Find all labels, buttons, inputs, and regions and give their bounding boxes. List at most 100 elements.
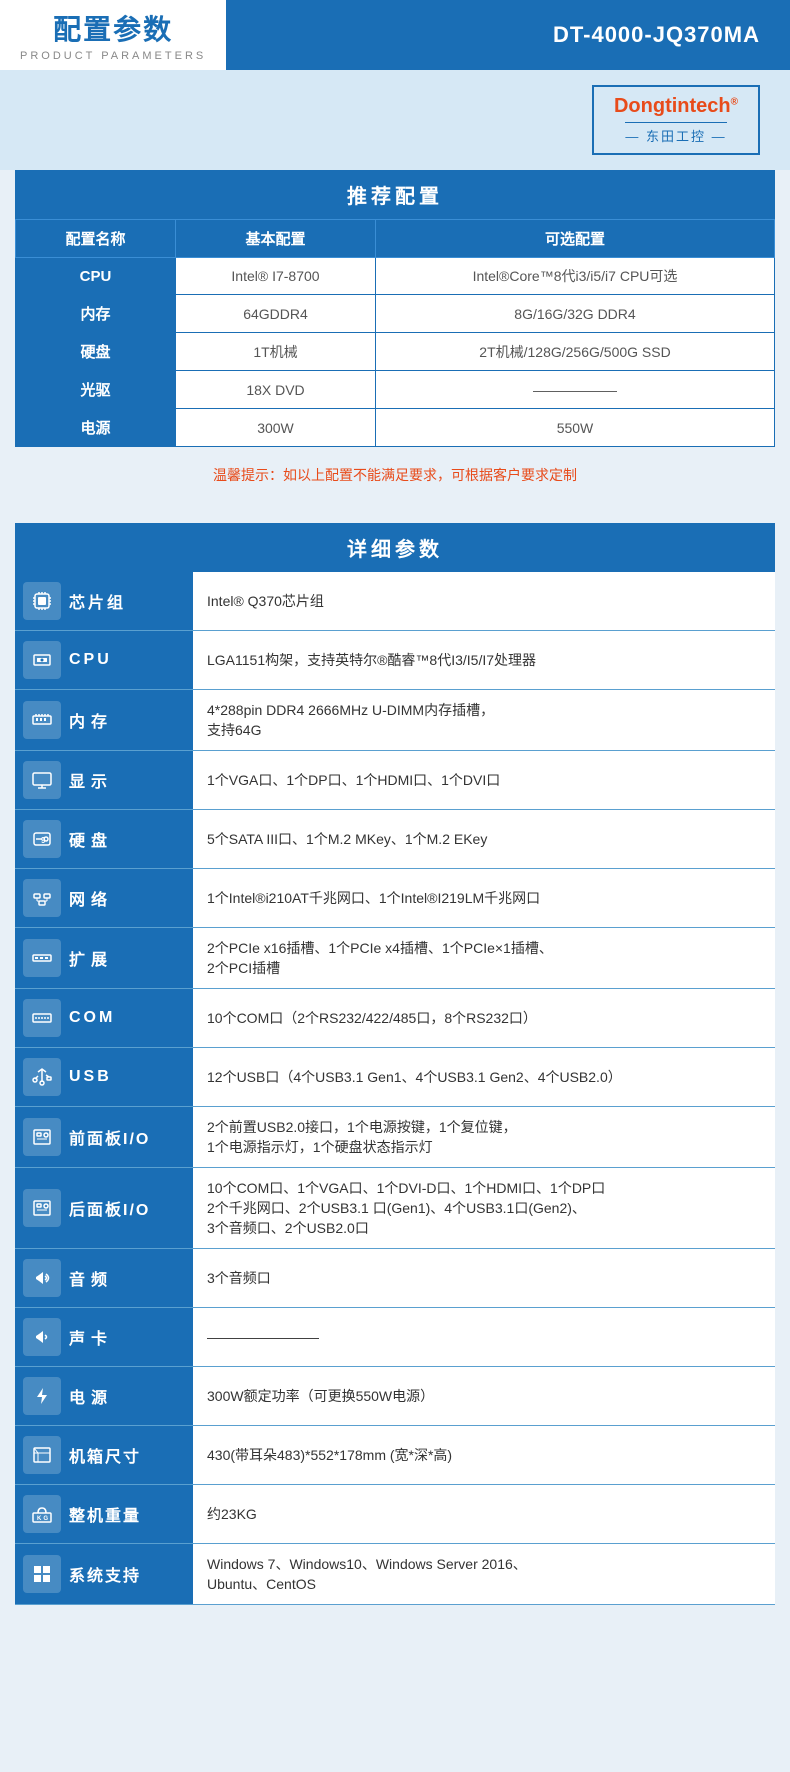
detail-label: 前面板I/O: [15, 1107, 193, 1167]
recommended-table: 配置名称 基本配置 可选配置 CPUIntel® I7-8700Intel®Co…: [15, 219, 775, 447]
logo-box: Dongtintech® — 东田工控 —: [592, 85, 760, 155]
detail-label: CPU: [15, 631, 193, 689]
detail-value: 2个前置USB2.0接口，1个电源按键，1个复位键， 1个电源指示灯，1个硬盘状…: [193, 1107, 775, 1167]
detail-label: USB: [15, 1048, 193, 1106]
detail-row: CPULGA1151构架，支持英特尔®酷睿™8代I3/I5/I7处理器: [15, 631, 775, 690]
detail-label: 声卡: [15, 1308, 193, 1366]
detail-icon: [23, 1058, 61, 1096]
table-row: CPUIntel® I7-8700Intel®Core™8代i3/i5/i7 C…: [16, 258, 775, 295]
detail-row: 音频3个音频口: [15, 1249, 775, 1308]
detail-icon: [23, 701, 61, 739]
header-title-zh: 配置参数: [53, 8, 173, 48]
header: 配置参数 PRODUCT PARAMETERS DT-4000-JQ370MA: [0, 0, 790, 70]
detail-label: 后面板I/O: [15, 1168, 193, 1248]
detail-value: 12个USB口（4个USB3.1 Gen1、4个USB3.1 Gen2、4个US…: [193, 1048, 775, 1106]
detail-value: Windows 7、Windows10、Windows Server 2016、…: [193, 1544, 775, 1604]
detail-value: 3个音频口: [193, 1249, 775, 1307]
detail-value: 5个SATA III口、1个M.2 MKey、1个M.2 EKey: [193, 810, 775, 868]
detail-icon: [23, 1555, 61, 1593]
row-name: 电源: [16, 409, 176, 447]
detail-value: 1个Intel®i210AT千兆网口、1个Intel®I219LM千兆网口: [193, 869, 775, 927]
detail-label-text: 硬盘: [69, 827, 113, 851]
detail-label-text: 整机重量: [69, 1502, 141, 1526]
detail-value: Intel® Q370芯片组: [193, 572, 775, 630]
detail-label: 电源: [15, 1367, 193, 1425]
row-basic: Intel® I7-8700: [176, 258, 376, 295]
detail-label: COM: [15, 989, 193, 1047]
detail-label-text: 显示: [69, 768, 113, 792]
detail-row: 机箱尺寸 430(带耳朵483)*552*178mm (宽*深*高): [15, 1426, 775, 1485]
detail-label: KG 整机重量: [15, 1485, 193, 1543]
col-basic: 基本配置: [176, 220, 376, 258]
detail-value: 4*288pin DDR4 2666MHz U-DIMM内存插槽， 支持64G: [193, 690, 775, 750]
detail-value: 约23KG: [193, 1485, 775, 1543]
detail-icon: [23, 641, 61, 679]
detail-row: 前面板I/O 2个前置USB2.0接口，1个电源按键，1个复位键， 1个电源指示灯…: [15, 1107, 775, 1168]
table-row: 内存64GDDR48G/16G/32G DDR4: [16, 295, 775, 333]
svg-text:9: 9: [41, 836, 47, 845]
detail-icon: [23, 1436, 61, 1474]
detail-label-text: 后面板I/O: [69, 1196, 150, 1220]
detail-icon: [23, 1189, 61, 1227]
detail-value: ————————: [193, 1308, 775, 1366]
detail-icon: KG: [23, 1495, 61, 1533]
detail-label-text: 扩展: [69, 946, 113, 970]
detail-label-text: 网络: [69, 886, 113, 910]
detail-label-text: COM: [69, 1009, 115, 1027]
detail-label: 扩展: [15, 928, 193, 988]
detail-label: 系统支持: [15, 1544, 193, 1604]
logo-brand: Dongtintech®: [614, 95, 738, 118]
detail-label-text: 机箱尺寸: [69, 1443, 141, 1467]
detail-label-text: 芯片组: [69, 589, 126, 613]
logo-area: Dongtintech® — 东田工控 —: [0, 70, 790, 170]
detail-icon: [23, 1318, 61, 1356]
detail-value: 430(带耳朵483)*552*178mm (宽*深*高): [193, 1426, 775, 1484]
detail-row: 声卡 ————————: [15, 1308, 775, 1367]
detail-icon: [23, 939, 61, 977]
table-row: 光驱18X DVD——————: [16, 371, 775, 409]
detail-value: 1个VGA口、1个DP口、1个HDMI口、1个DVI口: [193, 751, 775, 809]
detail-value: LGA1151构架，支持英特尔®酷睿™8代I3/I5/I7处理器: [193, 631, 775, 689]
row-basic: 1T机械: [176, 333, 376, 371]
detail-icon: [23, 999, 61, 1037]
row-basic: 18X DVD: [176, 371, 376, 409]
detail-icon: 9: [23, 820, 61, 858]
row-name: 光驱: [16, 371, 176, 409]
detail-row: KG 整机重量 约23KG: [15, 1485, 775, 1544]
detail-label-text: 系统支持: [69, 1562, 141, 1586]
header-model: DT-4000-JQ370MA: [226, 0, 790, 70]
detail-section: 详细参数 芯片组Intel® Q370芯片组CPULGA1151构架，支持英特尔…: [15, 523, 775, 1605]
warning-text: 温馨提示：如以上配置不能满足要求，可根据客户要求定制: [15, 447, 775, 503]
row-basic: 300W: [176, 409, 376, 447]
detail-icon: [23, 1259, 61, 1297]
row-name: 硬盘: [16, 333, 176, 371]
detail-label: 音频: [15, 1249, 193, 1307]
detail-label: 机箱尺寸: [15, 1426, 193, 1484]
row-optional: 2T机械/128G/256G/500G SSD: [376, 333, 775, 371]
detail-row: 网络 1个Intel®i210AT千兆网口、1个Intel®I219LM千兆网口: [15, 869, 775, 928]
detail-value: 300W额定功率（可更换550W电源）: [193, 1367, 775, 1425]
detail-value: 10个COM口、1个VGA口、1个DVI-D口、1个HDMI口、1个DP口 2个…: [193, 1168, 775, 1248]
detail-row: 扩展 2个PCIe x16插槽、1个PCIe x4插槽、1个PCIe×1插槽、 2…: [15, 928, 775, 989]
detail-label: 内存: [15, 690, 193, 750]
table-header-row: 配置名称 基本配置 可选配置: [16, 220, 775, 258]
detail-row: 内存4*288pin DDR4 2666MHz U-DIMM内存插槽， 支持64…: [15, 690, 775, 751]
header-title-box: 配置参数 PRODUCT PARAMETERS: [0, 0, 226, 70]
detail-label-text: 前面板I/O: [69, 1125, 150, 1149]
detail-value: 2个PCIe x16插槽、1个PCIe x4插槽、1个PCIe×1插槽、 2个P…: [193, 928, 775, 988]
recommended-section: 推荐配置 配置名称 基本配置 可选配置 CPUIntel® I7-8700Int…: [15, 170, 775, 503]
detail-row: COM10个COM口（2个RS232/422/485口，8个RS232口）: [15, 989, 775, 1048]
table-row: 硬盘1T机械2T机械/128G/256G/500G SSD: [16, 333, 775, 371]
svg-text:KG: KG: [37, 1516, 50, 1522]
detail-label-text: USB: [69, 1068, 112, 1086]
row-name: CPU: [16, 258, 176, 295]
logo-sub: — 东田工控 —: [625, 122, 726, 145]
detail-row: 9 硬盘 5个SATA III口、1个M.2 MKey、1个M.2 EKey: [15, 810, 775, 869]
table-row: 电源300W550W: [16, 409, 775, 447]
detail-icon: [23, 1377, 61, 1415]
detail-label: 芯片组: [15, 572, 193, 630]
detail-label-text: 电源: [69, 1384, 113, 1408]
detail-label-text: 声卡: [69, 1325, 113, 1349]
header-title-en: PRODUCT PARAMETERS: [20, 50, 206, 62]
detail-row: USB 12个USB口（4个USB3.1 Gen1、4个USB3.1 Gen2、4…: [15, 1048, 775, 1107]
